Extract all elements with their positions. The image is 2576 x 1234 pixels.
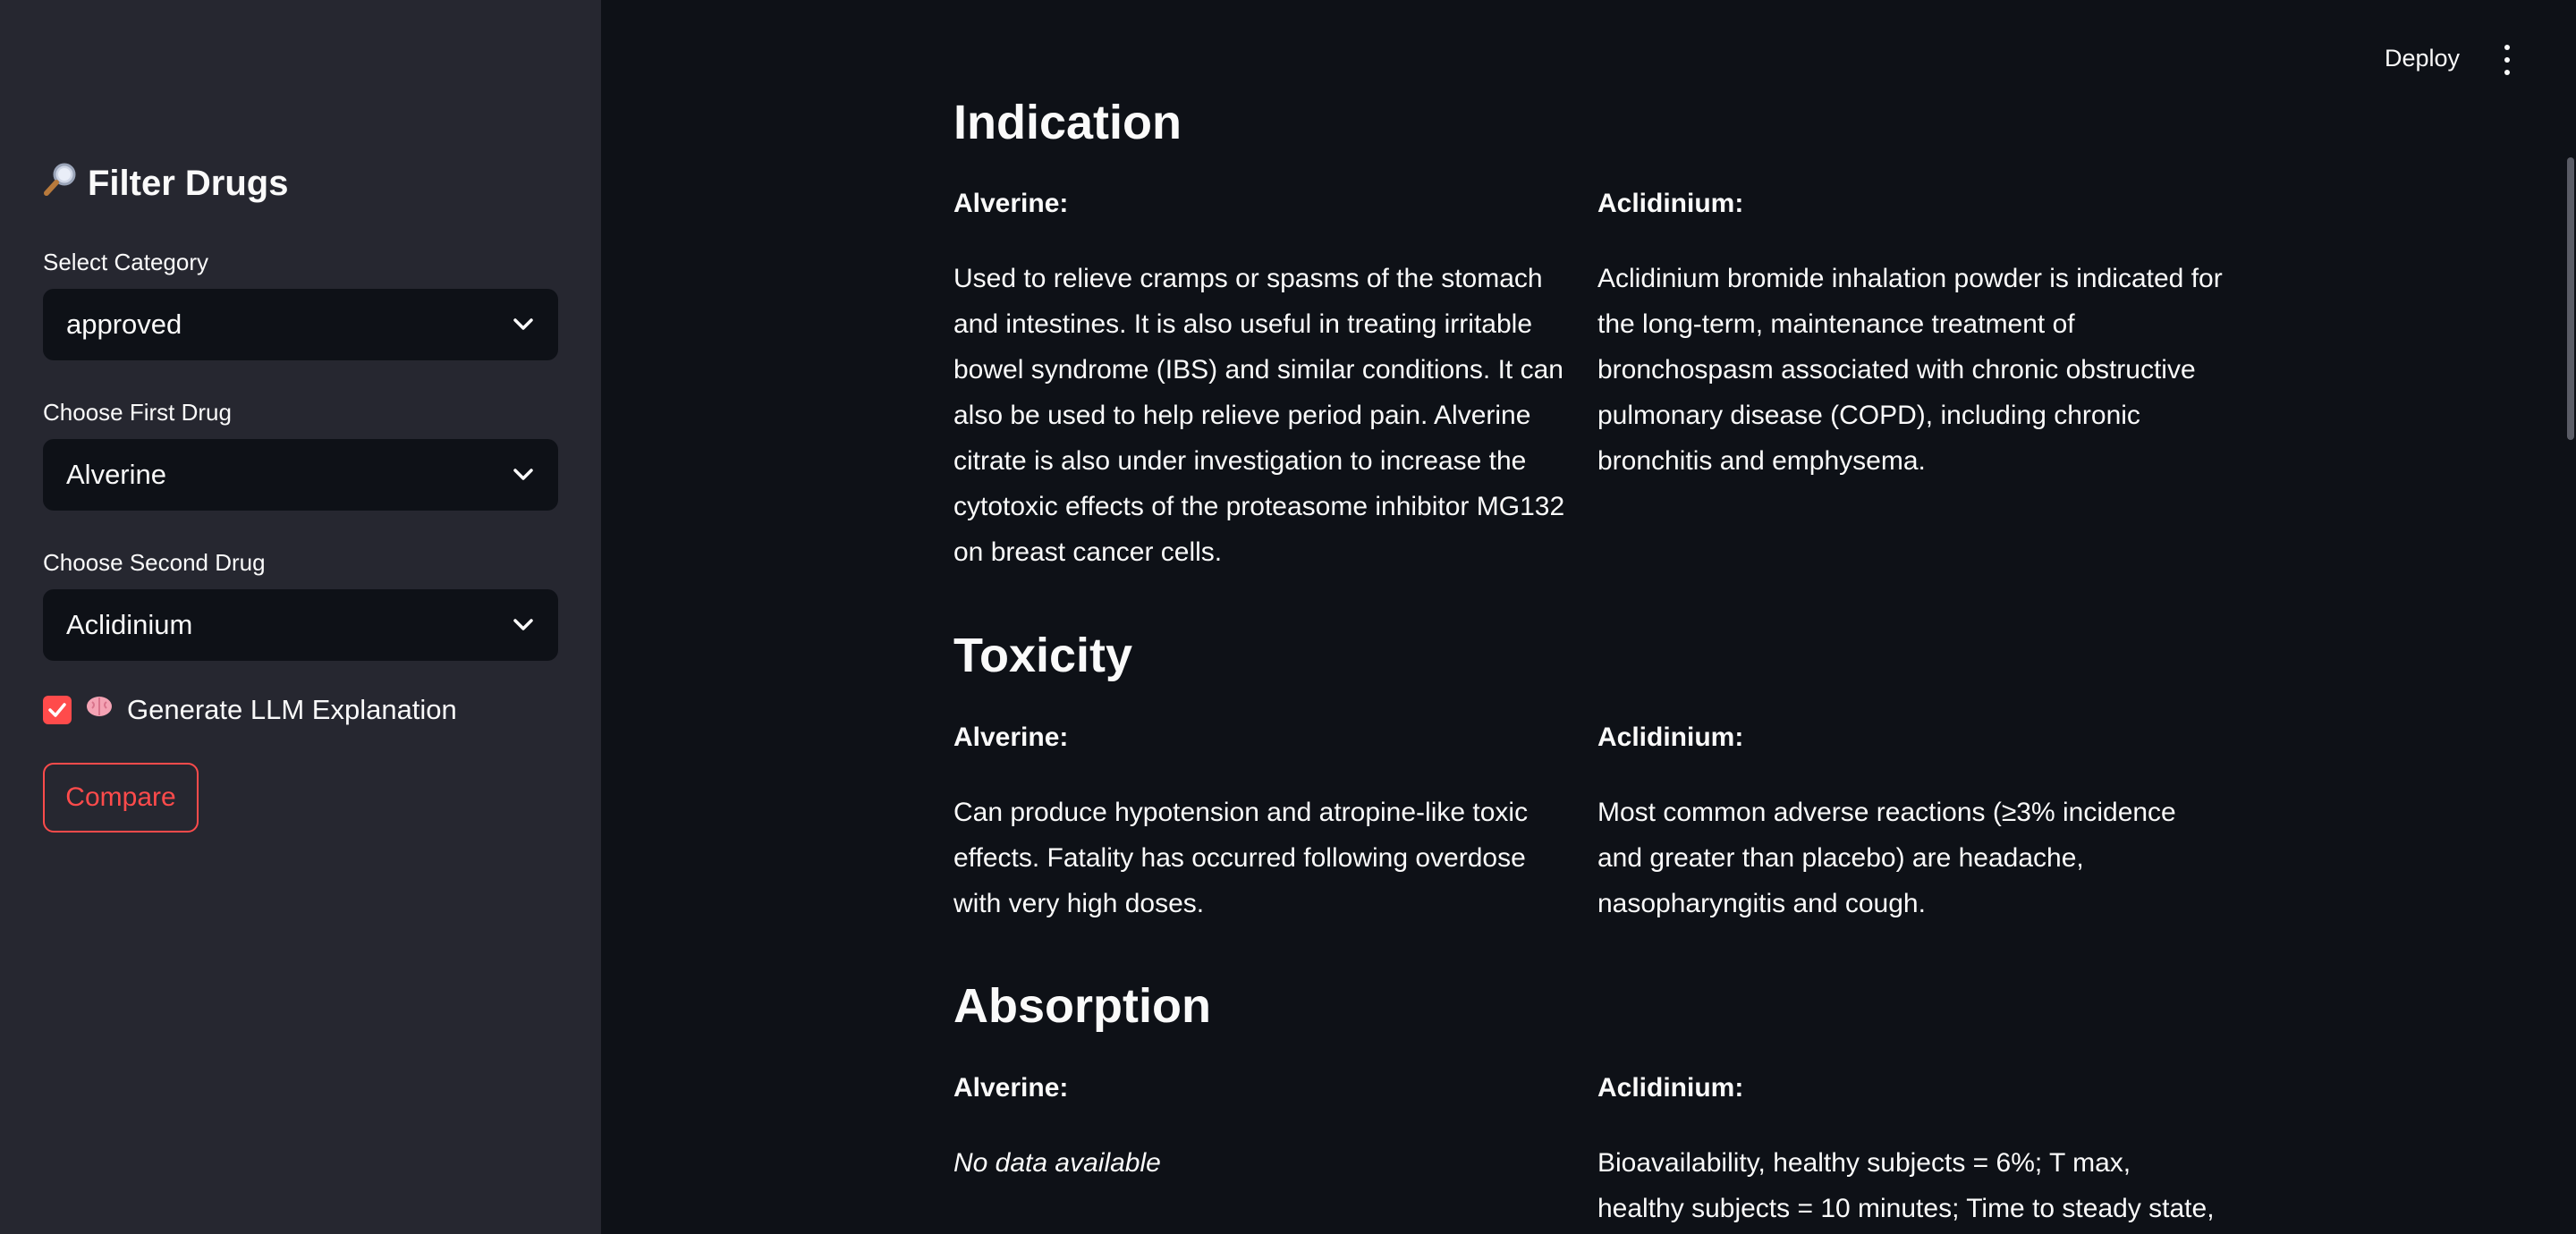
section-title-indication: Indication — [953, 96, 1182, 149]
chevron-down-icon — [512, 613, 535, 637]
app-root: Filter Drugs Select Category approved Ch… — [0, 0, 2576, 1234]
first-drug-select-value: Alverine — [66, 459, 166, 490]
indication-left-head: Alverine: — [953, 189, 1069, 218]
absorption-left-head: Alverine: — [953, 1073, 1069, 1103]
second-drug-select[interactable]: Aclidinium — [43, 589, 558, 661]
toxicity-left-text: Can produce hypotension and atropine-lik… — [953, 798, 1529, 918]
first-drug-label: Choose First Drug — [43, 399, 232, 426]
sidebar-title-text: Filter Drugs — [88, 163, 289, 203]
absorption-left-text: No data available — [953, 1148, 1161, 1178]
compare-button[interactable]: Compare — [43, 763, 199, 833]
sidebar: Filter Drugs Select Category approved Ch… — [0, 0, 601, 1234]
main-scrollbar[interactable] — [2567, 157, 2574, 440]
section-title-absorption: Absorption — [953, 979, 1211, 1033]
toxicity-right-text: Most common adverse reactions (≥3% incid… — [1597, 798, 2176, 918]
chevron-down-icon — [512, 463, 535, 486]
category-select[interactable]: approved — [43, 289, 558, 360]
llm-explanation-option[interactable]: Generate LLM Explanation — [43, 694, 457, 726]
chevron-down-icon — [512, 313, 535, 336]
category-select-value: approved — [66, 308, 182, 340]
second-drug-select-value: Aclidinium — [66, 609, 193, 640]
brain-icon — [84, 694, 114, 726]
kebab-menu-icon[interactable] — [2496, 45, 2519, 75]
first-drug-select[interactable]: Alverine — [43, 439, 558, 511]
absorption-right-text: Bioavailability, healthy subjects = 6%; … — [1597, 1148, 2215, 1223]
indication-right-text: Aclidinium bromide inhalation powder is … — [1597, 264, 2223, 476]
llm-explanation-checkbox[interactable] — [43, 696, 72, 724]
absorption-right-head: Aclidinium: — [1597, 1073, 1744, 1103]
section-title-toxicity: Toxicity — [953, 629, 1133, 682]
indication-left-text: Used to relieve cramps or spasms of the … — [953, 264, 1565, 567]
toxicity-left-head: Alverine: — [953, 723, 1069, 752]
llm-explanation-label: Generate LLM Explanation — [127, 694, 457, 725]
indication-right-head: Aclidinium: — [1597, 189, 1744, 218]
second-drug-label: Choose Second Drug — [43, 549, 266, 576]
magnifying-glass-icon — [43, 161, 82, 206]
deploy-button[interactable]: Deploy — [2385, 45, 2460, 72]
toxicity-right-head: Aclidinium: — [1597, 723, 1744, 752]
category-label: Select Category — [43, 249, 208, 275]
sidebar-title: Filter Drugs — [43, 161, 288, 206]
